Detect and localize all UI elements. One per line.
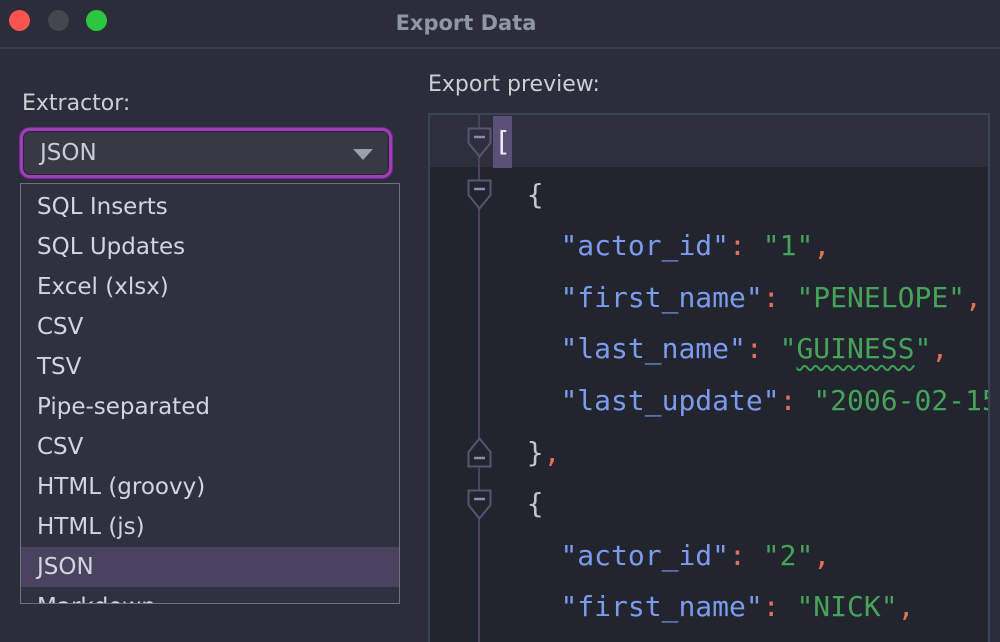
code-token: , <box>898 590 915 623</box>
code-line: [ <box>493 117 990 169</box>
code-token: "first_name" <box>560 590 762 623</box>
code-editor[interactable]: [ { "actor_id": "1", "first_name": "PENE… <box>428 113 990 642</box>
dropdown-item[interactable]: TSV <box>21 347 399 387</box>
fold-collapse-icon[interactable] <box>467 489 492 520</box>
code-token: { <box>493 487 544 520</box>
dropdown-item[interactable]: JSON <box>21 547 399 587</box>
code-token: , <box>931 332 948 365</box>
code-token: } <box>493 436 544 469</box>
code-line: "last_update": "2006-02-15 <box>493 375 990 427</box>
code-token: : <box>763 281 780 314</box>
code-token: " <box>914 332 931 365</box>
code-token: "actor_id" <box>560 539 729 572</box>
code-token <box>746 539 763 572</box>
code-token: "actor_id" <box>560 229 729 262</box>
fold-collapse-icon[interactable] <box>467 179 492 210</box>
code-token: "NICK" <box>796 590 897 623</box>
code-line: { <box>493 169 990 221</box>
code-token <box>493 281 560 314</box>
export-data-dialog: Export Data Extractor: JSON SQL InsertsS… <box>0 0 1000 642</box>
code-token <box>493 229 560 262</box>
code-token <box>796 384 813 417</box>
extractor-label: Extractor: <box>22 91 130 116</box>
code-token <box>493 332 560 365</box>
code-line: "last_name": "GUINESS", <box>493 323 990 375</box>
dropdown-item[interactable]: HTML (groovy) <box>21 467 399 507</box>
code-token: : <box>729 539 746 572</box>
code-token: GUINESS <box>796 332 914 365</box>
code-token: "2006-02-15 <box>813 384 990 417</box>
code-token: : <box>729 229 746 262</box>
code-line: "first_name": "PENELOPE", <box>493 272 990 324</box>
extractor-selected-value: JSON <box>40 131 97 175</box>
window-title: Export Data <box>0 0 932 47</box>
code-token: "PENELOPE" <box>796 281 965 314</box>
code-token: "last_update" <box>560 384 779 417</box>
code-token: , <box>813 539 830 572</box>
dropdown-item[interactable]: HTML (js) <box>21 507 399 547</box>
code-token: : <box>763 590 780 623</box>
code-token <box>493 590 560 623</box>
code-line: }, <box>493 427 990 479</box>
code-line: "actor_id": "2", <box>493 530 990 582</box>
code-area: [ { "actor_id": "1", "first_name": "PENE… <box>493 117 990 633</box>
code-token <box>493 384 560 417</box>
extractor-dropdown-list: SQL InsertsSQL UpdatesExcel (xlsx)CSVTSV… <box>20 183 400 604</box>
code-token: : <box>780 384 797 417</box>
code-token <box>763 332 780 365</box>
code-token: , <box>544 436 561 469</box>
selected-bracket: [ <box>493 116 512 168</box>
code-line: "actor_id": "1", <box>493 220 990 272</box>
code-token: "first_name" <box>560 281 762 314</box>
export-preview-label: Export preview: <box>428 72 600 97</box>
dropdown-item[interactable]: Excel (xlsx) <box>21 267 399 307</box>
code-line: "first_name": "NICK", <box>493 581 990 633</box>
code-token: " <box>780 332 797 365</box>
code-line: { <box>493 478 990 530</box>
fold-collapse-icon[interactable] <box>467 127 492 158</box>
code-token: { <box>493 178 544 211</box>
titlebar[interactable]: Export Data <box>0 0 1000 49</box>
fold-expand-icon[interactable] <box>467 437 492 468</box>
code-token: "2" <box>763 539 814 572</box>
dropdown-item[interactable]: Markdown <box>21 587 399 604</box>
code-token: : <box>746 332 763 365</box>
dropdown-item[interactable]: SQL Inserts <box>21 187 399 227</box>
extractor-combobox[interactable]: JSON <box>20 128 392 178</box>
code-token <box>493 539 560 572</box>
code-token: , <box>965 281 982 314</box>
code-token: , <box>813 229 830 262</box>
dropdown-item[interactable]: SQL Updates <box>21 227 399 267</box>
code-token <box>780 281 797 314</box>
chevron-down-icon <box>353 149 373 160</box>
dropdown-item[interactable]: Pipe-separated <box>21 387 399 427</box>
code-token <box>746 229 763 262</box>
code-token: "1" <box>763 229 814 262</box>
dropdown-item[interactable]: CSV <box>21 427 399 467</box>
code-token: "last_name" <box>560 332 745 365</box>
dropdown-item[interactable]: CSV <box>21 307 399 347</box>
code-token <box>780 590 797 623</box>
